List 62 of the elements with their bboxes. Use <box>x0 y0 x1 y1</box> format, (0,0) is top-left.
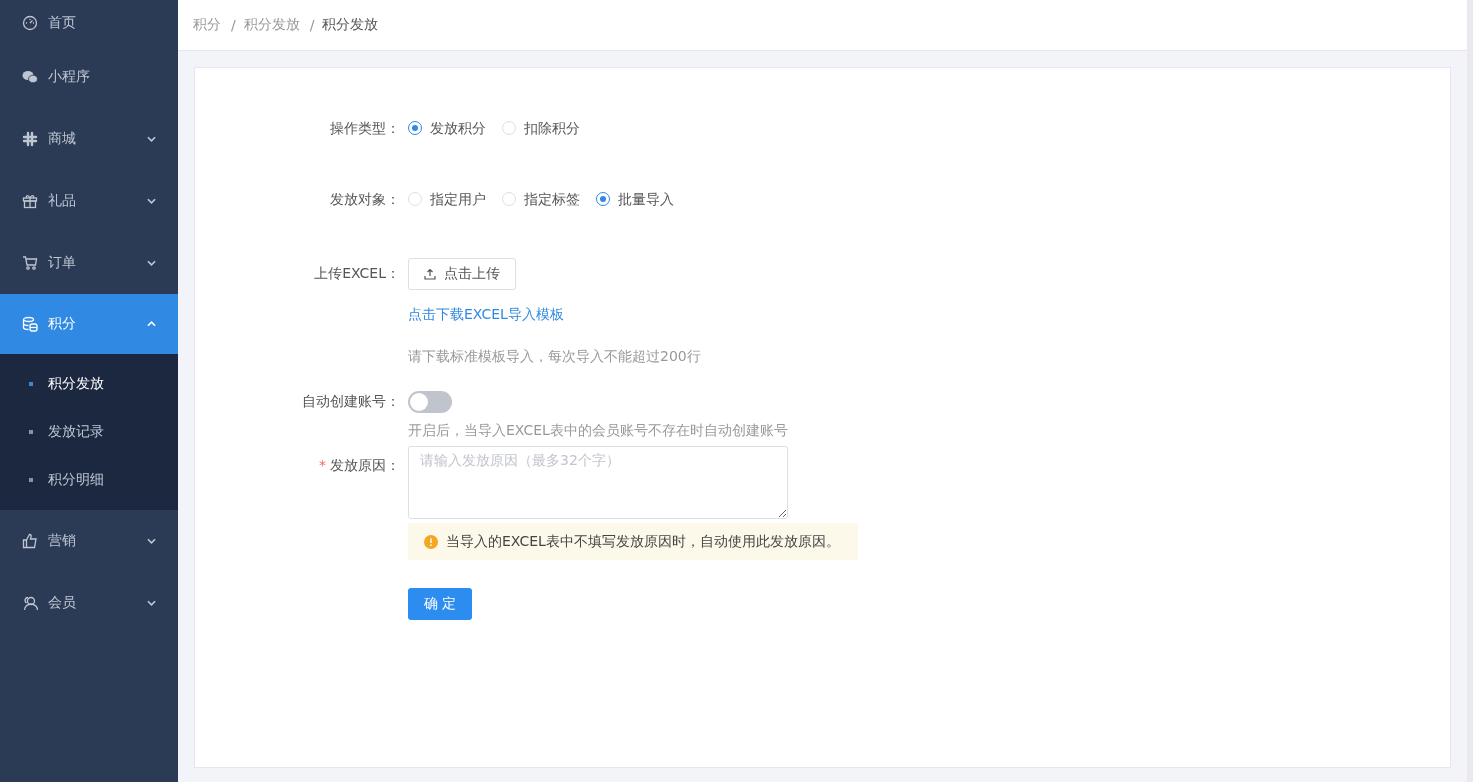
cart-icon <box>22 255 38 271</box>
radio-label: 发放积分 <box>430 119 486 138</box>
reason-textarea[interactable]: 请输入发放原因（最多32个字） <box>408 446 788 519</box>
field-label: 发放对象： <box>329 190 401 209</box>
submenu-item[interactable]: 发放记录 <box>0 408 178 456</box>
notice-text: 当导入的EXCEL表中不填写发放原因时，自动使用此发放原因。 <box>446 532 840 551</box>
gift-icon <box>22 193 38 209</box>
breadcrumb-separator: / <box>231 17 236 33</box>
sidebar-item[interactable]: 订单 <box>0 232 178 294</box>
radio-label: 指定标签 <box>524 190 580 209</box>
sidebar-item[interactable]: 小程序 <box>0 46 178 108</box>
upload-hint: 请下载标准模板导入，每次导入不能超过200行 <box>408 347 701 366</box>
menu-label: 商城 <box>48 130 77 148</box>
chat-bubbles-icon <box>22 69 38 85</box>
sidebar-item[interactable]: 营销 <box>0 510 178 572</box>
submenu-label: 积分明细 <box>48 471 104 489</box>
thumbs-up-icon <box>22 533 38 549</box>
radio-label: 扣除积分 <box>524 119 580 138</box>
radio-label: 指定用户 <box>430 190 486 209</box>
upload-icon <box>424 268 436 280</box>
menu-label: 会员 <box>48 594 77 612</box>
menu-label: 订单 <box>48 254 77 272</box>
toggle-switch[interactable] <box>408 391 452 413</box>
download-template-link[interactable]: 点击下载EXCEL导入模板 <box>408 304 564 324</box>
sidebar-item[interactable]: 会员 <box>0 572 178 634</box>
bullet-icon <box>29 430 33 434</box>
hash-grid-icon <box>22 131 38 147</box>
breadcrumb-separator: / <box>309 17 315 33</box>
submenu-item[interactable]: 积分明细 <box>0 456 178 504</box>
radio-label: 批量导入 <box>618 190 674 209</box>
submenu-label: 积分发放 <box>48 375 104 393</box>
submenu-label: 发放记录 <box>48 423 104 441</box>
radio-option[interactable]: 发放积分 <box>408 118 486 138</box>
sidebar-item[interactable]: 礼品 <box>0 170 178 232</box>
gauge-icon <box>22 15 38 31</box>
field-label: 自动创建账号： <box>301 392 401 411</box>
breadcrumb-item: 积分发放 <box>322 16 379 34</box>
field-label: 上传EXCEL： <box>313 264 401 283</box>
field-label: 发放原因： <box>330 456 400 475</box>
switch-hint: 开启后，当导入EXCEL表中的会员账号不存在时自动创建账号 <box>408 421 788 440</box>
menu-label: 积分 <box>48 315 77 333</box>
menu-label: 首页 <box>48 14 77 32</box>
menu-label: 礼品 <box>48 192 77 210</box>
required-mark: * <box>319 456 326 475</box>
field-label: 操作类型： <box>329 119 401 138</box>
warning-icon <box>424 534 438 549</box>
coins-icon <box>22 316 38 332</box>
menu-label: 小程序 <box>48 68 91 86</box>
radio-option[interactable]: 批量导入 <box>596 189 674 209</box>
bullet-icon <box>29 478 33 482</box>
menu-label: 营销 <box>48 532 77 550</box>
radio-option[interactable]: 指定标签 <box>502 189 580 209</box>
sidebar-item[interactable]: 积分 <box>0 294 178 354</box>
bullet-icon <box>29 382 33 386</box>
user-icon <box>22 595 38 611</box>
sidebar-item[interactable]: 商城 <box>0 108 178 170</box>
radio-option[interactable]: 扣除积分 <box>502 118 580 138</box>
upload-button[interactable]: 点击上传 <box>408 258 516 290</box>
submenu-item[interactable]: 积分发放 <box>0 360 178 408</box>
scrollbar[interactable] <box>1467 0 1473 782</box>
radio-option[interactable]: 指定用户 <box>408 189 486 209</box>
sidebar-item[interactable]: 首页 <box>0 0 178 46</box>
